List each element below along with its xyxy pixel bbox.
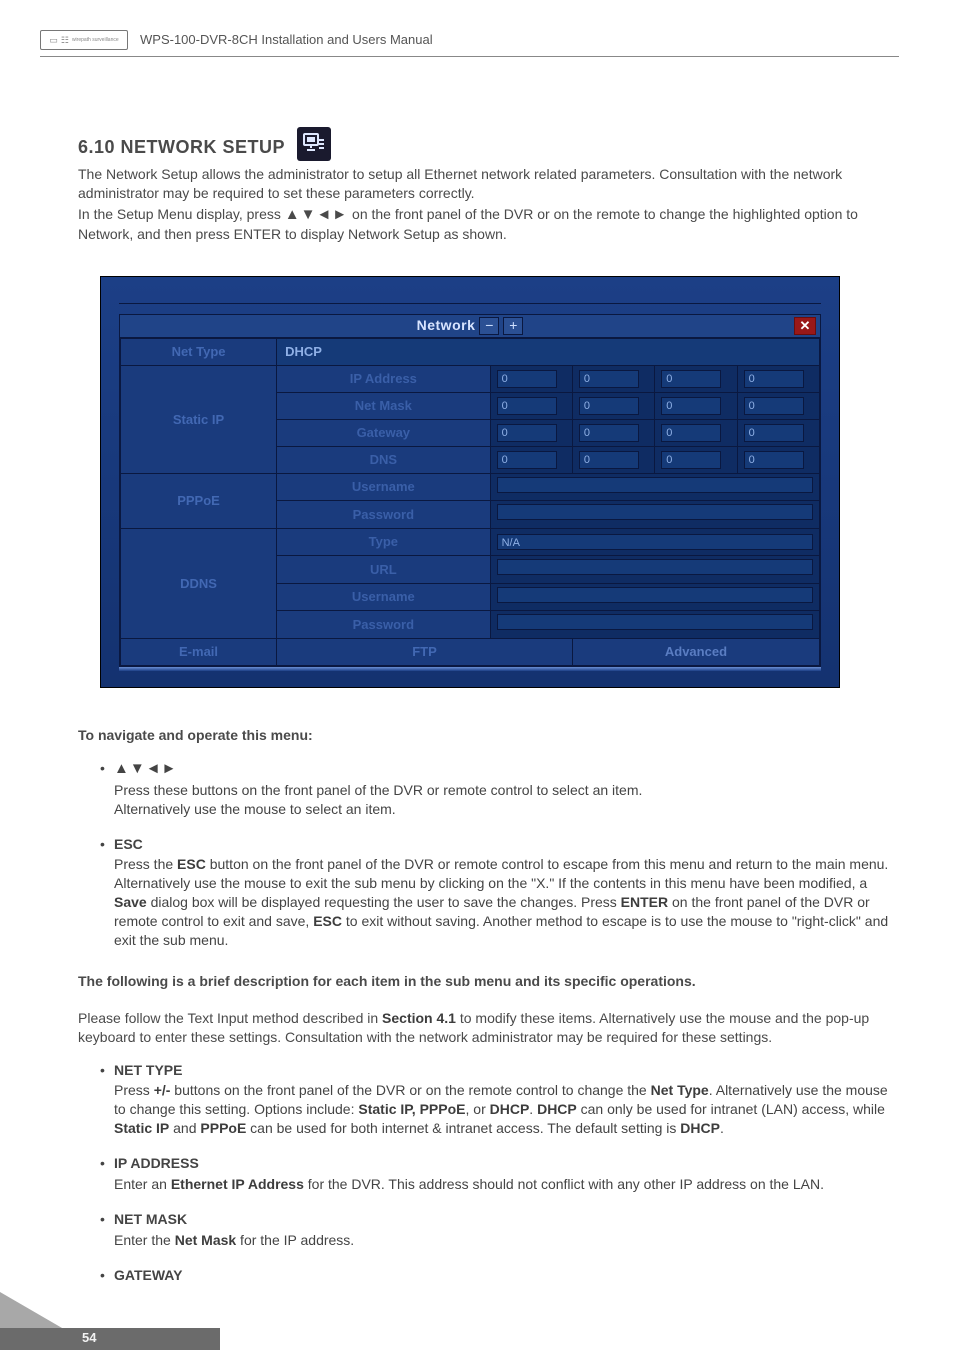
email-button[interactable]: E-mail [121,638,277,665]
esc-desc: Press the ESC button on the front panel … [114,855,899,949]
gateway-octet-4[interactable]: 0 [744,424,804,442]
network-window: Network − + ✕ Net Type DHCP Static IP IP… [119,314,821,667]
net-mask-octet-2[interactable]: 0 [579,397,639,415]
net-mask-octet-3[interactable]: 0 [661,397,721,415]
ip-address-octet-2[interactable]: 0 [579,370,639,388]
bullet-net-type: NET TYPE Press +/- buttons on the front … [100,1061,899,1139]
ddns-type-field[interactable]: N/A [497,534,813,550]
ddns-url-field[interactable] [497,559,813,575]
section-heading: 6.10 NETWORK SETUP [78,135,285,159]
ftp-button[interactable]: FTP [277,638,573,665]
page-footer: 54 [0,1290,260,1350]
ip-address-label: IP Address [277,365,491,392]
dns-octet-3[interactable]: 0 [661,451,721,469]
brand-logo: ▭☷wirepath surveillance [40,30,128,50]
window-plus-button[interactable]: + [503,317,523,335]
ip-address-octet-3[interactable]: 0 [661,370,721,388]
close-icon[interactable]: ✕ [794,317,816,335]
arrow-keys-icon: ▲▼◄► [114,760,177,777]
ddns-type-label: Type [277,529,491,556]
dns-octet-4[interactable]: 0 [744,451,804,469]
net-mask-desc: Enter the Net Mask for the IP address. [114,1231,899,1250]
gateway-octet-2[interactable]: 0 [579,424,639,442]
pppoe-username-label: Username [277,473,491,501]
intro-paragraphs: The Network Setup allows the administrat… [78,165,899,244]
dns-octet-2[interactable]: 0 [579,451,639,469]
dns-octet-1[interactable]: 0 [497,451,557,469]
net-type-title: NET TYPE [114,1062,182,1078]
ddns-url-label: URL [277,556,491,584]
bullet-esc: ESC Press the ESC button on the front pa… [100,835,899,950]
header-divider [40,56,899,57]
arrow-desc-2: Alternatively use the mouse to select an… [114,800,899,819]
navigate-heading: To navigate and operate this menu: [78,726,899,745]
page-header: ▭☷wirepath surveillance WPS-100-DVR-8CH … [40,30,899,50]
ip-address-octet-1[interactable]: 0 [497,370,557,388]
bullet-gateway: GATEWAY [100,1266,899,1285]
gateway-octet-3[interactable]: 0 [661,424,721,442]
advanced-button[interactable]: Advanced [572,638,819,665]
net-mask-octet-4[interactable]: 0 [744,397,804,415]
pppoe-username-field[interactable] [497,477,813,493]
net-type-label: Net Type [121,338,277,365]
bullet-ip-address: IP ADDRESS Enter an Ethernet IP Address … [100,1154,899,1194]
page-number: 54 [82,1329,96,1347]
network-setup-icon [297,127,331,161]
gateway-octet-1[interactable]: 0 [497,424,557,442]
network-setup-screenshot: Network − + ✕ Net Type DHCP Static IP IP… [100,276,840,688]
bullet-arrows: ▲▼◄► Press these buttons on the front pa… [100,759,899,819]
pppoe-label: PPPoE [121,473,277,528]
ip-address-title: IP ADDRESS [114,1155,199,1171]
net-type-value[interactable]: DHCP [277,338,820,365]
bullet-net-mask: NET MASK Enter the Net Mask for the IP a… [100,1210,899,1250]
ddns-label: DDNS [121,529,277,639]
pppoe-password-label: Password [277,501,491,529]
dns-label: DNS [277,446,491,473]
intro-p1: The Network Setup allows the administrat… [78,165,899,203]
window-minus-button[interactable]: − [479,317,499,335]
window-title: Network [417,316,476,335]
net-mask-label: Net Mask [277,392,491,419]
ip-address-desc: Enter an Ethernet IP Address for the DVR… [114,1175,899,1194]
gateway-title: GATEWAY [114,1267,182,1283]
ip-address-octet-4[interactable]: 0 [744,370,804,388]
arrow-desc-1: Press these buttons on the front panel o… [114,781,899,800]
pppoe-password-field[interactable] [497,504,813,520]
arrow-icons: ▲▼◄► [285,206,348,223]
net-mask-title: NET MASK [114,1211,187,1227]
net-type-desc: Press +/- buttons on the front panel of … [114,1081,899,1138]
ddns-password-label: Password [277,611,491,639]
doc-title: WPS-100-DVR-8CH Installation and Users M… [140,31,433,49]
window-titlebar: Network − + ✕ [120,315,820,338]
intro-p2: In the Setup Menu display, press ▲▼◄► on… [78,205,899,244]
brief-heading: The following is a brief description for… [78,972,899,991]
static-ip-label: Static IP [121,365,277,473]
ddns-username-field[interactable] [497,587,813,603]
ddns-password-field[interactable] [497,614,813,630]
esc-title: ESC [114,836,143,852]
brief-intro: Please follow the Text Input method desc… [78,1009,899,1047]
ddns-username-label: Username [277,583,491,611]
net-mask-octet-1[interactable]: 0 [497,397,557,415]
gateway-label: Gateway [277,419,491,446]
